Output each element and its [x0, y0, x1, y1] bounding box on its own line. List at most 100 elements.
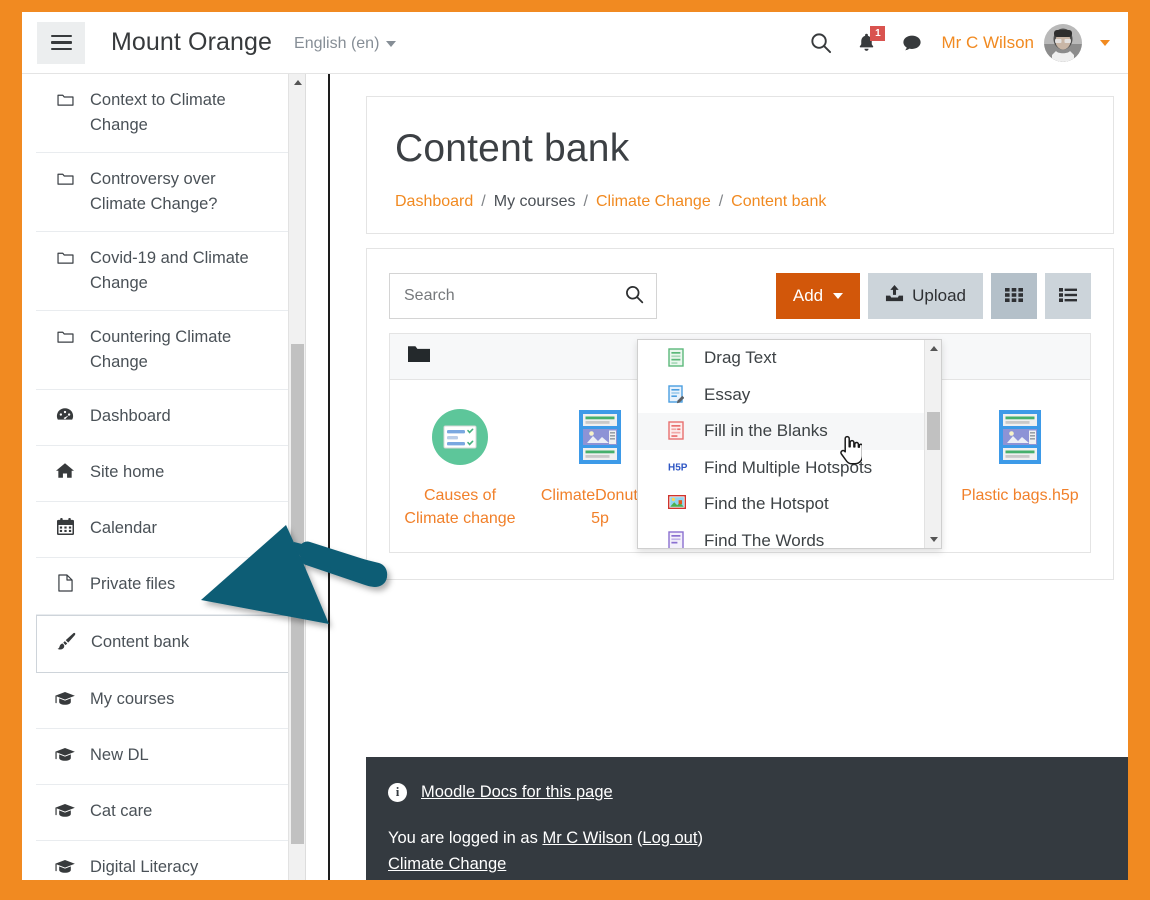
- logout-link[interactable]: Log out: [642, 829, 697, 847]
- login-status-row: You are logged in as Mr C Wilson (Log ou…: [388, 825, 1128, 851]
- chat-bubble-icon[interactable]: [889, 20, 935, 66]
- upload-button-label: Upload: [912, 286, 966, 306]
- sidebar-item-label: Content bank: [91, 630, 288, 655]
- site-brand-title[interactable]: Mount Orange: [111, 28, 272, 57]
- sidebar-item-my-courses[interactable]: My courses: [36, 673, 305, 729]
- menu-item-label: Find the Hotspot: [704, 494, 829, 514]
- page-header-card: Content bank Dashboard / My courses / Cl…: [366, 96, 1114, 234]
- content-tile[interactable]: Causes of Climate change: [390, 406, 530, 530]
- moodle-docs-row: i Moodle Docs for this page: [388, 779, 1128, 805]
- language-menu[interactable]: English (en): [294, 32, 396, 53]
- menu-item-find-the-words[interactable]: Find The Words: [638, 523, 941, 550]
- scrollbar-thumb[interactable]: [291, 344, 304, 844]
- menu-item-drag-text[interactable]: Drag Text: [638, 340, 941, 377]
- breadcrumb-separator: /: [584, 193, 588, 211]
- h5p-drag-text-icon: [668, 348, 686, 368]
- sidebar-item-label: Private files: [90, 572, 289, 597]
- user-menu-chevron-down-icon[interactable]: [1100, 40, 1110, 46]
- sidebar-item-cat-care[interactable]: Cat care: [36, 785, 305, 841]
- sidebar-item-label: Context to Climate Change: [90, 88, 270, 138]
- folder-filled-icon[interactable]: [408, 345, 430, 368]
- sidebar-item-content-bank[interactable]: Content bank: [36, 615, 305, 673]
- file-icon: [54, 572, 76, 600]
- page-title: Content bank: [395, 127, 1113, 171]
- sidebar-item-digital-literacy[interactable]: Digital Literacy: [36, 841, 305, 880]
- bell-icon[interactable]: 1: [843, 20, 889, 66]
- menu-item-find-the-hotspot[interactable]: Find the Hotspot: [638, 486, 941, 523]
- scroll-arrow-up-icon[interactable]: [925, 340, 942, 357]
- avatar[interactable]: [1044, 24, 1082, 62]
- h5p-find-the-words-icon: [668, 531, 686, 549]
- course-link[interactable]: Climate Change: [388, 855, 506, 873]
- page-footer: i Moodle Docs for this page You are logg…: [366, 757, 1128, 880]
- grid-view-button[interactable]: [991, 273, 1037, 319]
- sidebar-item-calendar[interactable]: Calendar: [36, 502, 305, 558]
- sidebar-item-label: Controversy over Climate Change?: [90, 167, 270, 217]
- graduation-cap-icon: [54, 743, 76, 770]
- info-icon: i: [388, 783, 407, 802]
- menu-item-label: Drag Text: [704, 348, 776, 368]
- graduation-cap-icon: [54, 799, 76, 826]
- paren-close: ): [697, 829, 703, 847]
- logged-in-user-link[interactable]: Mr C Wilson: [542, 829, 632, 847]
- course-link-row: Climate Change: [388, 851, 1128, 877]
- scrollbar-thumb[interactable]: [927, 412, 940, 450]
- content-bank-toolbar: Add Upload: [389, 273, 1091, 319]
- search-icon[interactable]: [797, 20, 843, 66]
- calendar-icon: [54, 516, 76, 543]
- breadcrumb-separator: /: [719, 193, 723, 211]
- menu-item-fill-in-the-blanks[interactable]: Fill in the Blanks: [638, 413, 941, 450]
- navigation-drawer: Context to Climate Change Controversy ov…: [36, 74, 306, 880]
- menu-item-label: Find The Words: [704, 531, 824, 549]
- top-navbar: Mount Orange English (en) 1: [22, 12, 1128, 74]
- data-retention-row: Data retention summary: [388, 877, 1128, 880]
- folder-icon: [54, 325, 76, 352]
- scroll-arrow-down-icon[interactable]: [925, 531, 942, 548]
- search-input[interactable]: [404, 287, 624, 305]
- menu-item-find-multiple-hotspots[interactable]: H5P Find Multiple Hotspots: [638, 450, 941, 487]
- menu-item-label: Fill in the Blanks: [704, 421, 828, 441]
- svg-text:H5P: H5P: [668, 462, 688, 473]
- menu-item-label: Find Multiple Hotspots: [704, 458, 872, 478]
- sidebar-item-label: My courses: [90, 687, 289, 712]
- folder-icon: [54, 88, 76, 115]
- sidebar-item-label: Dashboard: [90, 404, 289, 429]
- search-box[interactable]: [389, 273, 657, 319]
- upload-icon: [885, 284, 904, 308]
- sidebar-item-context-to-climate-change[interactable]: Context to Climate Change: [36, 74, 305, 153]
- h5p-find-the-hotspot-icon: [668, 494, 686, 514]
- add-button[interactable]: Add: [776, 273, 860, 319]
- content-tile-name: Plastic bags.h5p: [960, 484, 1080, 507]
- content-tile[interactable]: Plastic bags.h5p: [950, 406, 1090, 530]
- sidebar-item-label: Countering Climate Change: [90, 325, 270, 375]
- search-icon[interactable]: [624, 284, 644, 309]
- sidebar-item-private-files[interactable]: Private files: [36, 558, 305, 615]
- upload-button[interactable]: Upload: [868, 273, 983, 319]
- add-content-type-dropdown[interactable]: Drag Text Essay: [637, 339, 942, 549]
- add-button-label: Add: [793, 286, 823, 306]
- hamburger-menu-icon[interactable]: [37, 22, 85, 64]
- toolbar-actions: Add Upload: [776, 273, 1091, 319]
- user-name-label[interactable]: Mr C Wilson: [941, 33, 1034, 53]
- h5p-column-blue-icon: [993, 406, 1047, 468]
- breadcrumb-separator: /: [481, 193, 485, 211]
- sidebar-scrollbar[interactable]: [288, 74, 305, 880]
- breadcrumb-item-dashboard[interactable]: Dashboard: [395, 193, 473, 211]
- sidebar-item-site-home[interactable]: Site home: [36, 446, 305, 502]
- sidebar-item-countering-climate-change[interactable]: Countering Climate Change: [36, 311, 305, 390]
- sidebar-item-dashboard[interactable]: Dashboard: [36, 390, 305, 446]
- list-view-button[interactable]: [1045, 273, 1091, 319]
- breadcrumb-item-climate-change[interactable]: Climate Change: [596, 193, 711, 211]
- menu-item-label: Essay: [704, 385, 750, 405]
- breadcrumb-item-content-bank[interactable]: Content bank: [731, 193, 826, 211]
- sidebar-item-controversy-over-climate-change[interactable]: Controversy over Climate Change?: [36, 153, 305, 232]
- scroll-arrow-up-icon[interactable]: [289, 74, 306, 90]
- menu-item-essay[interactable]: Essay: [638, 377, 941, 414]
- sidebar-item-covid-19-and-climate-change[interactable]: Covid-19 and Climate Change: [36, 232, 305, 311]
- chevron-down-icon: [386, 41, 396, 47]
- sidebar-item-label: Cat care: [90, 799, 289, 824]
- sidebar-item-new-dl[interactable]: New DL: [36, 729, 305, 785]
- dashboard-icon: [54, 404, 76, 431]
- dropdown-scrollbar[interactable]: [924, 340, 941, 548]
- moodle-docs-link[interactable]: Moodle Docs for this page: [421, 779, 613, 805]
